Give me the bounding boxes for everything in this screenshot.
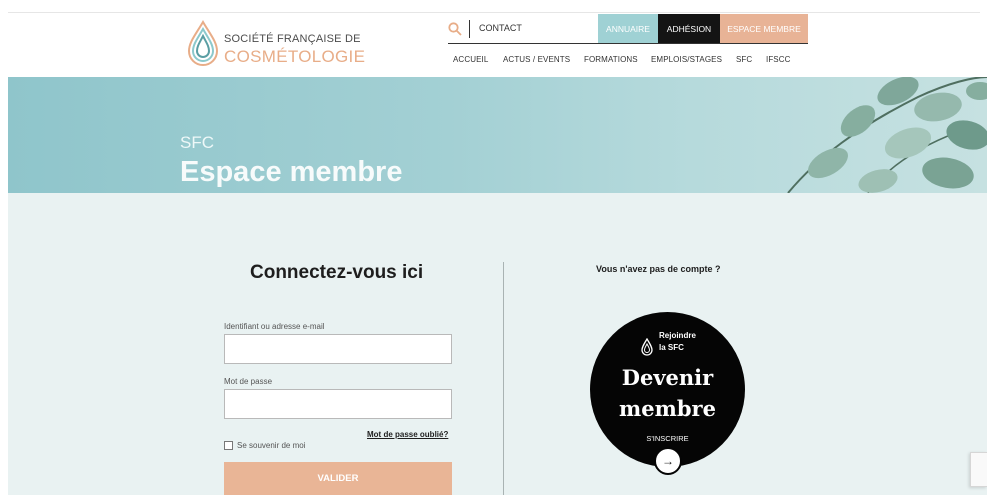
nav-item-formations[interactable]: FORMATIONS: [584, 55, 638, 64]
no-account-heading: Vous n'avez pas de compte ?: [596, 264, 721, 274]
login-title: Connectez-vous ici: [250, 262, 424, 283]
tab-espace-membre[interactable]: ESPACE MEMBRE: [720, 14, 808, 43]
eucalyptus-leaves-image: [787, 77, 987, 193]
nav-item-emplois-stages[interactable]: EMPLOIS/STAGES: [651, 55, 722, 64]
recaptcha-badge[interactable]: [970, 452, 987, 487]
search-icon[interactable]: [448, 22, 462, 36]
nav-item-sfc[interactable]: SFC: [736, 55, 752, 64]
logo-text-line2: COSMÉTOLOGIE: [224, 47, 366, 66]
logo-text-line1: SOCIÉTÉ FRANÇAISE DE: [224, 33, 361, 45]
badge-line2: la SFC: [659, 343, 684, 352]
header-top-divider: [8, 12, 980, 13]
nav-item-accueil[interactable]: ACCUEIL: [453, 55, 488, 64]
nav-item-actus-events[interactable]: ACTUS / EVENTS: [503, 55, 570, 64]
remember-me-label: Se souvenir de moi: [237, 441, 306, 450]
sfc-logo[interactable]: SOCIÉTÉ FRANÇAISE DE COSMÉTOLOGIE: [186, 20, 376, 72]
signup-cta-label: S'INSCRIRE: [646, 434, 689, 443]
password-input[interactable]: [224, 389, 452, 419]
search-separator: [469, 20, 470, 38]
password-label: Mot de passe: [224, 377, 273, 386]
badge-headline-line1: Devenir: [621, 365, 714, 390]
username-input[interactable]: [224, 334, 452, 364]
hero-banner: SFC Espace membre: [8, 77, 987, 193]
submit-button[interactable]: VALIDER: [224, 462, 452, 495]
become-member-badge[interactable]: Rejoindre la SFC Devenir membre S'INSCRI…: [590, 312, 745, 467]
drop-logo-icon: [187, 20, 219, 66]
page-title: Espace membre: [180, 156, 403, 188]
username-label: Identifiant ou adresse e-mail: [224, 322, 325, 331]
column-divider: [503, 262, 504, 495]
badge-line1: Rejoindre: [659, 331, 696, 340]
nav-item-ifscc[interactable]: IFSCC: [766, 55, 791, 64]
contact-link[interactable]: CONTACT: [479, 23, 522, 33]
tab-annuaire[interactable]: ANNUAIRE: [598, 14, 658, 43]
badge-headline-line2: membre: [619, 396, 716, 421]
site-header: SOCIÉTÉ FRANÇAISE DE COSMÉTOLOGIE CONTAC…: [0, 0, 987, 77]
banner-kicker: SFC: [180, 133, 214, 152]
drop-logo-icon: [641, 338, 653, 356]
arrow-right-icon[interactable]: →: [654, 447, 682, 475]
main-content: [8, 193, 987, 495]
forgot-password-link[interactable]: Mot de passe oublié?: [367, 430, 448, 439]
header-underline: [448, 43, 808, 44]
tab-adhesion[interactable]: ADHÉSION: [658, 14, 720, 43]
remember-me-checkbox[interactable]: [224, 441, 233, 450]
